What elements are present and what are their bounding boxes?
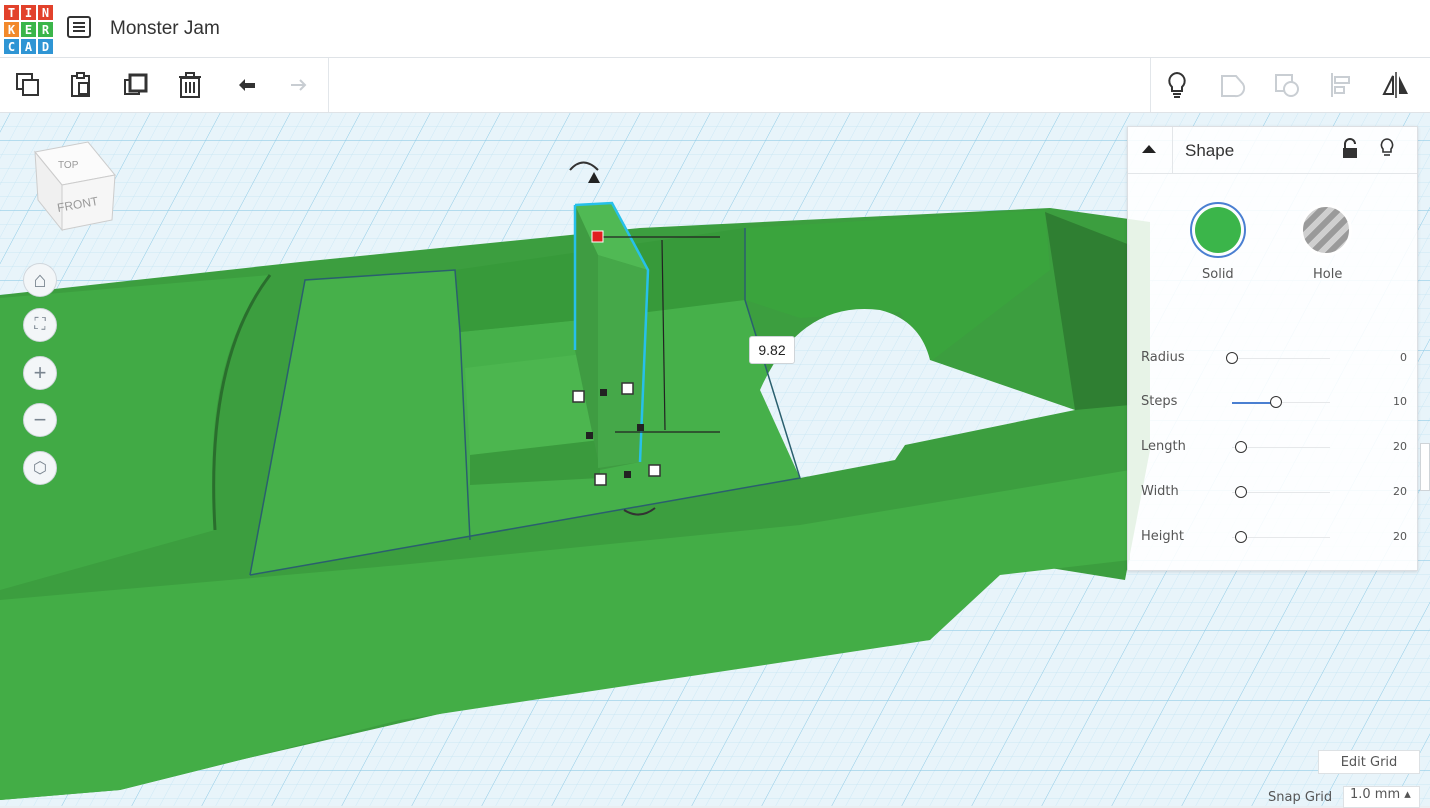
tinkercad-logo[interactable]: TIN KER CAD	[4, 5, 54, 55]
param-value[interactable]: 20	[1393, 530, 1407, 543]
collapse-icon[interactable]	[1141, 143, 1157, 155]
mirror-icon[interactable]	[1379, 68, 1413, 102]
shape-panel-title: Shape	[1185, 141, 1235, 160]
view-cube[interactable]: TOP FRONT	[30, 140, 118, 232]
align-icon[interactable]	[1324, 68, 1358, 102]
logo-letter: R	[38, 22, 53, 37]
solid-label: Solid	[1202, 267, 1234, 282]
panel-expand-tab[interactable]	[1420, 443, 1430, 491]
edit-grid-button[interactable]: Edit Grid	[1318, 750, 1420, 774]
param-row-length: Length 20	[1128, 433, 1417, 463]
fit-view-icon[interactable]: ⛶	[23, 308, 57, 342]
param-value[interactable]: 0	[1400, 351, 1407, 364]
redo-icon[interactable]	[283, 68, 317, 102]
param-row-radius: Radius 0	[1128, 344, 1417, 374]
logo-letter: K	[4, 22, 19, 37]
logo-letter: E	[21, 22, 36, 37]
undo-icon[interactable]	[229, 68, 263, 102]
param-row-height: Height 20	[1128, 523, 1417, 553]
param-row-width: Width 20	[1128, 478, 1417, 508]
param-slider-knob[interactable]	[1226, 352, 1238, 364]
param-label: Radius	[1141, 350, 1185, 365]
dimension-label[interactable]: 9.82	[749, 336, 795, 364]
ungroup-icon[interactable]	[1270, 68, 1304, 102]
param-label: Steps	[1141, 394, 1178, 409]
home-icon[interactable]: ⌂	[23, 263, 57, 297]
header-divider	[1172, 127, 1173, 173]
logo-letter: T	[4, 5, 19, 20]
logo-letter: C	[4, 39, 19, 54]
copy-icon[interactable]	[11, 68, 45, 102]
logo-letter: N	[38, 5, 53, 20]
param-slider-knob[interactable]	[1234, 531, 1247, 543]
solid-button[interactable]	[1190, 202, 1246, 258]
param-value[interactable]: 20	[1393, 485, 1407, 498]
group-icon[interactable]	[1215, 68, 1249, 102]
zoom-in-icon[interactable]: +	[23, 356, 57, 390]
lock-icon[interactable]	[1341, 138, 1359, 160]
perspective-icon[interactable]: ⬡	[23, 451, 57, 485]
param-slider-knob[interactable]	[1270, 396, 1283, 408]
project-list-icon[interactable]	[67, 16, 91, 38]
project-title[interactable]: Monster Jam	[110, 18, 220, 40]
viewcube-top-label: TOP	[58, 160, 79, 171]
top-bar: TIN KER CAD Monster Jam	[0, 0, 1430, 58]
hole-label: Hole	[1313, 267, 1343, 282]
paste-icon[interactable]	[64, 68, 98, 102]
param-value[interactable]: 20	[1393, 440, 1407, 453]
shape-panel: Shape Solid Hole Radius 0 Steps 10 Length 20 W…	[1127, 126, 1418, 571]
param-label: Length	[1141, 439, 1186, 454]
lightbulb-icon[interactable]	[1378, 137, 1396, 161]
hole-button[interactable]	[1300, 204, 1352, 256]
param-slider-track[interactable]	[1232, 358, 1330, 359]
logo-letter: I	[21, 5, 36, 20]
delete-icon[interactable]	[173, 68, 207, 102]
zoom-out-icon[interactable]: −	[23, 403, 57, 437]
solid-swatch	[1195, 207, 1241, 253]
shape-panel-header: Shape	[1128, 127, 1417, 174]
toolbar-separator	[328, 58, 329, 112]
toolbar-separator	[1150, 58, 1151, 112]
param-label: Height	[1141, 529, 1184, 544]
toolbar	[0, 58, 1430, 113]
logo-letter: D	[38, 39, 53, 54]
snap-grid-select[interactable]: 1.0 mm ▴	[1343, 786, 1420, 808]
param-label: Width	[1141, 484, 1179, 499]
param-slider-knob[interactable]	[1234, 441, 1247, 453]
param-slider-knob[interactable]	[1234, 486, 1247, 498]
lightbulb-icon[interactable]	[1160, 68, 1194, 102]
param-value[interactable]: 10	[1393, 395, 1407, 408]
snap-grid-label: Snap Grid	[1268, 790, 1333, 805]
duplicate-icon[interactable]	[119, 68, 153, 102]
param-row-steps: Steps 10	[1128, 388, 1417, 418]
logo-letter: A	[21, 39, 36, 54]
